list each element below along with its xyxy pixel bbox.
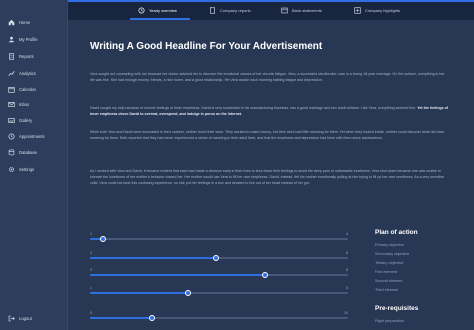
- plan-item-first-element[interactable]: First element: [375, 270, 397, 274]
- sidebar-item-analytics[interactable]: Analytics: [8, 68, 36, 78]
- pre-requisites-title: Pre-requisites: [375, 305, 419, 312]
- page-title: Writing A Good Headline For Your Adverti…: [90, 41, 323, 52]
- prereq-item-right-preparation[interactable]: Right preparation: [375, 319, 404, 323]
- slider-max: 4: [346, 232, 348, 236]
- tab-bank-statements[interactable]: Bank statements: [281, 5, 322, 15]
- slider-thumb[interactable]: [262, 271, 269, 278]
- clock-icon: [138, 6, 145, 14]
- slider-thumb[interactable]: [148, 314, 155, 321]
- database-icon: [8, 149, 15, 156]
- calendar-icon: [8, 86, 15, 93]
- article-paragraph-2-text: David sought my help because of chronic …: [90, 106, 417, 110]
- sidebar-item-appointments[interactable]: Appointments: [8, 131, 45, 141]
- top-accent-bar: [68, 0, 474, 2]
- sidebar-item-inbox[interactable]: Inbox: [8, 99, 29, 109]
- sidebar-item-home[interactable]: Home: [8, 17, 30, 27]
- article-paragraph-3: While both Vera and David were successfu…: [90, 130, 445, 140]
- sidebar-item-label: Settings: [19, 166, 35, 172]
- slider-track[interactable]: [90, 314, 348, 321]
- range-slider-2[interactable]: 3 6: [90, 251, 348, 261]
- document-icon: [8, 52, 15, 60]
- sidebar-item-label: My Profile: [19, 36, 38, 42]
- bank-icon: [281, 7, 288, 14]
- user-icon: [8, 36, 15, 43]
- sidebar-item-label: Appointments: [19, 133, 45, 139]
- slider-max: 5: [346, 286, 348, 290]
- plan-item-third-element[interactable]: Third element: [375, 288, 398, 292]
- logout-label: Logout: [19, 315, 32, 321]
- sidebar: Home My Profile Reports Analytics Calend…: [0, 0, 68, 330]
- slider-min: 1: [90, 232, 92, 236]
- home-icon: [8, 19, 15, 26]
- slider-min: 5: [90, 311, 92, 315]
- slider-fill: [90, 274, 266, 276]
- sidebar-item-label: Database: [19, 149, 37, 155]
- range-slider-3[interactable]: 2 8: [90, 268, 348, 278]
- slider-min: 3: [90, 251, 92, 255]
- tab-label: Company highlights: [365, 7, 401, 13]
- range-slider-4[interactable]: 1 5: [90, 286, 348, 296]
- sidebar-item-label: Inbox: [19, 101, 30, 107]
- sidebar-item-label: Home: [19, 19, 31, 25]
- chart-icon: [8, 70, 15, 77]
- slider-track[interactable]: [90, 235, 348, 242]
- sidebar-item-label: Calendar: [19, 86, 36, 92]
- plan-item-primary-objective[interactable]: Primary objective: [375, 243, 404, 247]
- slider-fill: [90, 257, 217, 259]
- sidebar-item-gallery[interactable]: Gallery: [8, 115, 32, 125]
- logout-icon: [8, 309, 15, 327]
- tab-yearly-overview[interactable]: Yearly overview: [138, 5, 177, 15]
- range-slider-1[interactable]: 1 4: [90, 232, 348, 242]
- plan-item-secondary-objective[interactable]: Secondary objective: [375, 252, 409, 256]
- slider-fill: [90, 292, 189, 294]
- star-icon: [354, 6, 361, 14]
- tab-company-highlights[interactable]: Company highlights: [354, 5, 400, 15]
- slider-min: 2: [90, 268, 92, 272]
- logout-button[interactable]: Logout: [8, 313, 32, 323]
- inbox-icon: [8, 101, 15, 108]
- sidebar-item-label: Gallery: [19, 117, 33, 123]
- tab-label: Yearly overview: [149, 7, 177, 13]
- slider-max: 8: [346, 268, 348, 272]
- tab-company-reports[interactable]: Company reports: [209, 5, 251, 15]
- tab-label: Bank statements: [292, 7, 322, 13]
- slider-max: 10: [344, 311, 348, 315]
- slider-max: 6: [346, 251, 348, 255]
- range-slider-5[interactable]: 5 10: [90, 311, 348, 321]
- sidebar-item-label: Reports: [19, 53, 34, 59]
- slider-track[interactable]: [90, 271, 348, 278]
- plan-item-tertiary-objective[interactable]: Tertiary objective: [375, 261, 404, 265]
- slider-thumb[interactable]: [185, 289, 192, 296]
- sidebar-item-settings[interactable]: Settings: [8, 164, 34, 174]
- plan-of-action-title: Plan of action: [375, 229, 418, 236]
- slider-track[interactable]: [90, 289, 348, 296]
- gear-icon: [8, 166, 15, 173]
- slider-thumb[interactable]: [99, 235, 106, 242]
- article-paragraph-1: Vera sought out counseling with me becau…: [90, 72, 445, 82]
- article-paragraph-2: David sought my help because of chronic …: [90, 106, 450, 118]
- plan-item-second-element[interactable]: Second element: [375, 279, 402, 283]
- image-icon: [8, 117, 15, 124]
- tab-label: Company reports: [220, 7, 251, 13]
- slider-thumb[interactable]: [213, 254, 220, 261]
- top-navigation: Yearly overview Company reports Bank sta…: [68, 0, 474, 20]
- document-icon: [209, 6, 216, 14]
- slider-min: 1: [90, 286, 92, 290]
- slider-track[interactable]: [90, 254, 348, 261]
- sidebar-item-database[interactable]: Database: [8, 147, 37, 157]
- sidebar-item-label: Analytics: [19, 70, 36, 76]
- article-paragraph-4: As I worked with Vera and David, it beca…: [90, 169, 445, 185]
- clock-icon: [8, 132, 15, 140]
- slider-fill: [90, 317, 152, 319]
- sidebar-item-my-profile[interactable]: My Profile: [8, 34, 38, 44]
- main-content: Writing A Good Headline For Your Adverti…: [68, 20, 474, 330]
- sidebar-item-calendar[interactable]: Calendar: [8, 84, 36, 94]
- sidebar-item-reports[interactable]: Reports: [8, 51, 34, 61]
